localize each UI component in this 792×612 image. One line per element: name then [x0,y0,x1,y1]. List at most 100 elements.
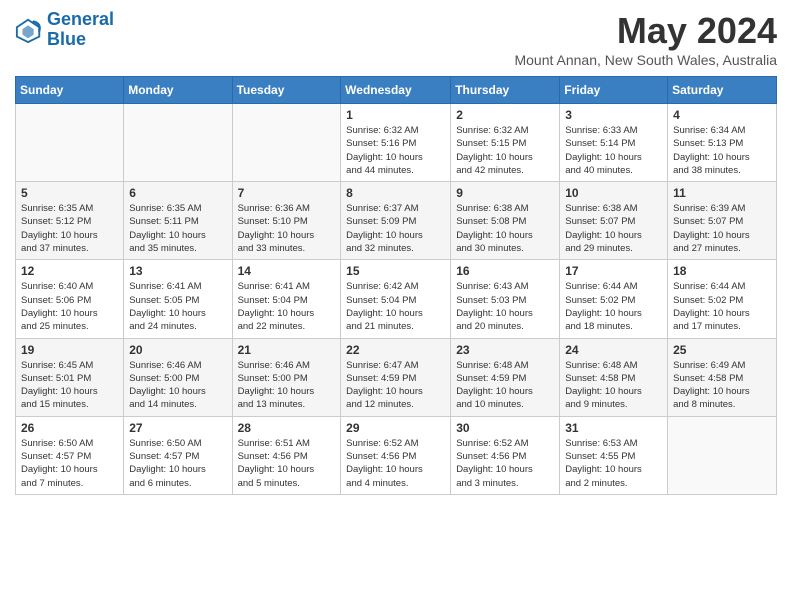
day-info: Sunrise: 6:39 AM Sunset: 5:07 PM Dayligh… [673,202,771,255]
calendar-cell: 8 Sunrise: 6:37 AM Sunset: 5:09 PM Daylig… [341,182,451,260]
day-info: Sunrise: 6:33 AM Sunset: 5:14 PM Dayligh… [565,124,662,177]
calendar-cell: 7 Sunrise: 6:36 AM Sunset: 5:10 PM Daylig… [232,182,341,260]
calendar-cell: 14 Sunrise: 6:41 AM Sunset: 5:04 PM Dayli… [232,260,341,338]
week-row-1: 1Sunrise: 6:32 AM Sunset: 5:16 PM Daylig… [16,104,777,182]
day-info: Sunrise: 6:48 AM Sunset: 4:58 PM Dayligh… [565,359,662,412]
calendar-cell: 6 Sunrise: 6:35 AM Sunset: 5:11 PM Daylig… [124,182,232,260]
calendar-cell: 30 Sunrise: 6:52 AM Sunset: 4:56 PM Dayli… [451,416,560,494]
day-info: Sunrise: 6:47 AM Sunset: 4:59 PM Dayligh… [346,359,445,412]
logo: General Blue [15,10,114,50]
calendar-cell: 20 Sunrise: 6:46 AM Sunset: 5:00 PM Dayli… [124,338,232,416]
page-header: General Blue May 2024 Mount Annan, New S… [15,10,777,68]
day-number: 23 [456,343,554,357]
day-number: 31 [565,421,662,435]
calendar-cell [232,104,341,182]
day-number: 18 [673,264,771,278]
day-info: Sunrise: 6:41 AM Sunset: 5:04 PM Dayligh… [238,280,336,333]
calendar-cell: 25Sunrise: 6:49 AM Sunset: 4:58 PM Dayli… [668,338,777,416]
calendar-cell: 31Sunrise: 6:53 AM Sunset: 4:55 PM Dayli… [560,416,668,494]
calendar-cell [668,416,777,494]
weekday-header-sunday: Sunday [16,77,124,104]
day-number: 17 [565,264,662,278]
day-info: Sunrise: 6:36 AM Sunset: 5:10 PM Dayligh… [238,202,336,255]
day-info: Sunrise: 6:40 AM Sunset: 5:06 PM Dayligh… [21,280,118,333]
day-info: Sunrise: 6:42 AM Sunset: 5:04 PM Dayligh… [346,280,445,333]
calendar-cell: 3 Sunrise: 6:33 AM Sunset: 5:14 PM Daylig… [560,104,668,182]
day-info: Sunrise: 6:44 AM Sunset: 5:02 PM Dayligh… [673,280,771,333]
day-number: 9 [456,186,554,200]
day-info: Sunrise: 6:45 AM Sunset: 5:01 PM Dayligh… [21,359,118,412]
header-row: SundayMondayTuesdayWednesdayThursdayFrid… [16,77,777,104]
logo-icon [15,16,43,44]
day-number: 14 [238,264,336,278]
calendar-cell: 5 Sunrise: 6:35 AM Sunset: 5:12 PM Daylig… [16,182,124,260]
day-number: 15 [346,264,445,278]
day-number: 26 [21,421,118,435]
day-number: 20 [129,343,226,357]
weekday-header-friday: Friday [560,77,668,104]
calendar-cell: 19 Sunrise: 6:45 AM Sunset: 5:01 PM Dayli… [16,338,124,416]
weekday-header-thursday: Thursday [451,77,560,104]
day-info: Sunrise: 6:50 AM Sunset: 4:57 PM Dayligh… [129,437,226,490]
calendar-cell: 4Sunrise: 6:34 AM Sunset: 5:13 PM Daylig… [668,104,777,182]
day-info: Sunrise: 6:48 AM Sunset: 4:59 PM Dayligh… [456,359,554,412]
calendar-cell: 1Sunrise: 6:32 AM Sunset: 5:16 PM Daylig… [341,104,451,182]
day-number: 8 [346,186,445,200]
logo-line2: Blue [47,29,86,49]
day-number: 19 [21,343,118,357]
calendar-cell: 27 Sunrise: 6:50 AM Sunset: 4:57 PM Dayli… [124,416,232,494]
calendar-cell: 13 Sunrise: 6:41 AM Sunset: 5:05 PM Dayli… [124,260,232,338]
calendar-cell: 26 Sunrise: 6:50 AM Sunset: 4:57 PM Dayli… [16,416,124,494]
day-info: Sunrise: 6:49 AM Sunset: 4:58 PM Dayligh… [673,359,771,412]
calendar-cell [16,104,124,182]
calendar-cell [124,104,232,182]
day-info: Sunrise: 6:44 AM Sunset: 5:02 PM Dayligh… [565,280,662,333]
calendar-cell: 2 Sunrise: 6:32 AM Sunset: 5:15 PM Daylig… [451,104,560,182]
day-number: 5 [21,186,118,200]
calendar-cell: 12Sunrise: 6:40 AM Sunset: 5:06 PM Dayli… [16,260,124,338]
week-row-3: 12Sunrise: 6:40 AM Sunset: 5:06 PM Dayli… [16,260,777,338]
day-number: 30 [456,421,554,435]
calendar-cell: 10Sunrise: 6:38 AM Sunset: 5:07 PM Dayli… [560,182,668,260]
day-number: 21 [238,343,336,357]
logo-text: General Blue [47,10,114,50]
day-number: 11 [673,186,771,200]
logo-line1: General [47,9,114,29]
day-info: Sunrise: 6:38 AM Sunset: 5:07 PM Dayligh… [565,202,662,255]
day-info: Sunrise: 6:52 AM Sunset: 4:56 PM Dayligh… [456,437,554,490]
calendar-cell: 15 Sunrise: 6:42 AM Sunset: 5:04 PM Dayli… [341,260,451,338]
day-number: 7 [238,186,336,200]
month-title: May 2024 [514,10,777,52]
calendar-cell: 24Sunrise: 6:48 AM Sunset: 4:58 PM Dayli… [560,338,668,416]
week-row-2: 5 Sunrise: 6:35 AM Sunset: 5:12 PM Daylig… [16,182,777,260]
calendar-cell: 18 Sunrise: 6:44 AM Sunset: 5:02 PM Dayli… [668,260,777,338]
calendar-cell: 22 Sunrise: 6:47 AM Sunset: 4:59 PM Dayli… [341,338,451,416]
day-info: Sunrise: 6:43 AM Sunset: 5:03 PM Dayligh… [456,280,554,333]
weekday-header-monday: Monday [124,77,232,104]
calendar-cell: 11 Sunrise: 6:39 AM Sunset: 5:07 PM Dayli… [668,182,777,260]
day-info: Sunrise: 6:46 AM Sunset: 5:00 PM Dayligh… [129,359,226,412]
week-row-5: 26 Sunrise: 6:50 AM Sunset: 4:57 PM Dayli… [16,416,777,494]
calendar-cell: 29Sunrise: 6:52 AM Sunset: 4:56 PM Dayli… [341,416,451,494]
day-number: 4 [673,108,771,122]
day-info: Sunrise: 6:46 AM Sunset: 5:00 PM Dayligh… [238,359,336,412]
title-block: May 2024 Mount Annan, New South Wales, A… [514,10,777,68]
day-number: 3 [565,108,662,122]
day-info: Sunrise: 6:37 AM Sunset: 5:09 PM Dayligh… [346,202,445,255]
calendar-cell: 28Sunrise: 6:51 AM Sunset: 4:56 PM Dayli… [232,416,341,494]
day-info: Sunrise: 6:32 AM Sunset: 5:15 PM Dayligh… [456,124,554,177]
day-number: 27 [129,421,226,435]
calendar-cell: 21 Sunrise: 6:46 AM Sunset: 5:00 PM Dayli… [232,338,341,416]
day-info: Sunrise: 6:35 AM Sunset: 5:12 PM Dayligh… [21,202,118,255]
day-number: 2 [456,108,554,122]
day-info: Sunrise: 6:35 AM Sunset: 5:11 PM Dayligh… [129,202,226,255]
week-row-4: 19 Sunrise: 6:45 AM Sunset: 5:01 PM Dayli… [16,338,777,416]
weekday-header-wednesday: Wednesday [341,77,451,104]
day-number: 1 [346,108,445,122]
day-number: 22 [346,343,445,357]
day-info: Sunrise: 6:50 AM Sunset: 4:57 PM Dayligh… [21,437,118,490]
calendar-cell: 17 Sunrise: 6:44 AM Sunset: 5:02 PM Dayli… [560,260,668,338]
day-number: 13 [129,264,226,278]
day-info: Sunrise: 6:41 AM Sunset: 5:05 PM Dayligh… [129,280,226,333]
day-number: 6 [129,186,226,200]
